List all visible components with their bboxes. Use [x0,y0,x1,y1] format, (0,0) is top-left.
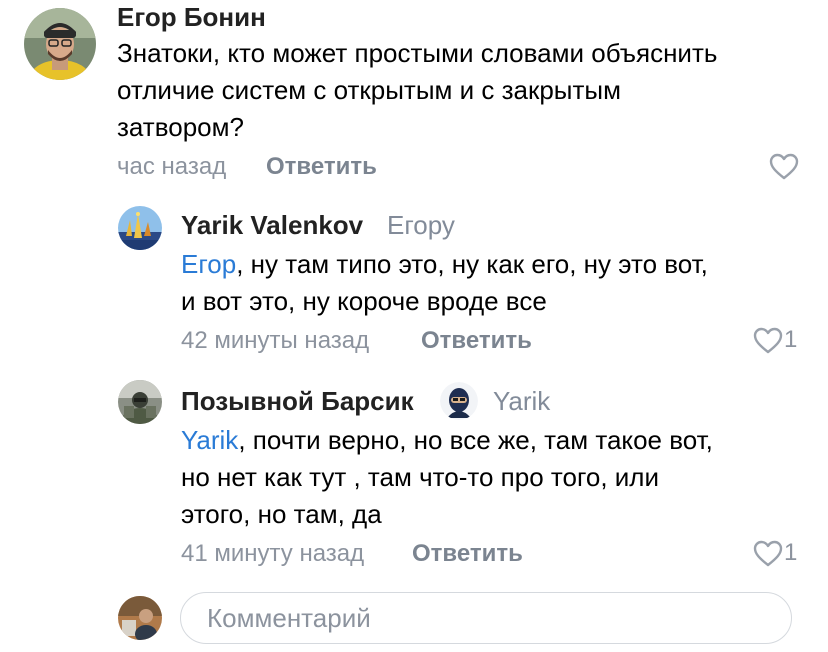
mention-link[interactable]: Yarik [181,425,238,455]
reply-text-line: Yarik, почти верно, но все же, там такое… [181,422,713,459]
reply-text-line: этого, но там, да [181,499,382,529]
comments-thread: Егор Бонин Знатоки, кто может простыми с… [0,0,828,652]
reply-to-label[interactable]: Егору [387,210,455,240]
reply-button[interactable]: Ответить [421,327,532,355]
reply-to-label[interactable]: Yarik [493,386,550,416]
comment-author[interactable]: Егор Бонин [117,2,266,32]
current-user-avatar[interactable] [118,596,162,640]
like-button[interactable]: 1 [753,325,797,355]
reply-author[interactable]: Позывной Барсик [181,386,414,416]
avatar-egor[interactable] [24,8,96,80]
avatar-yarik[interactable] [118,206,162,250]
reply-text-line: и вот это, ну короче вроде все [181,286,547,316]
comment-input-box[interactable] [180,592,792,644]
reply-text-segment: , ну там типо это, ну как его, ну это во… [236,249,708,279]
reply-time: 42 минуты назад [181,327,370,354]
reply-time: 41 минуту назад [181,540,365,567]
reply-button[interactable]: Ответить [412,540,523,568]
heart-icon [769,153,799,179]
comment-text-line: затвором? [117,112,244,142]
reply-author[interactable]: Yarik Valenkov [181,210,363,240]
verified-badge-icon [440,382,478,420]
heart-icon [753,540,783,566]
like-button[interactable]: 1 [753,538,797,568]
like-count: 1 [784,539,798,566]
mention-link[interactable]: Егор [181,249,236,279]
reply-text-line: но нет как тут , там что-то про того, ил… [181,462,660,492]
like-count: 1 [784,326,798,353]
reply-text-segment: , почти верно, но все же, там такое вот, [238,425,713,455]
heart-icon [753,327,783,353]
comment-input[interactable] [205,601,791,635]
reply-text-line: Егор, ну там типо это, ну как его, ну эт… [181,246,708,283]
reply-button[interactable]: Ответить [266,153,377,181]
comment-time: час назад [117,153,227,180]
avatar-barsik[interactable] [118,380,162,424]
comment-text-line: Знатоки, кто может простыми словами объя… [117,38,718,68]
like-button[interactable] [769,151,799,181]
comment-text-line: отличие систем с открытым и с закрытым [117,75,621,105]
